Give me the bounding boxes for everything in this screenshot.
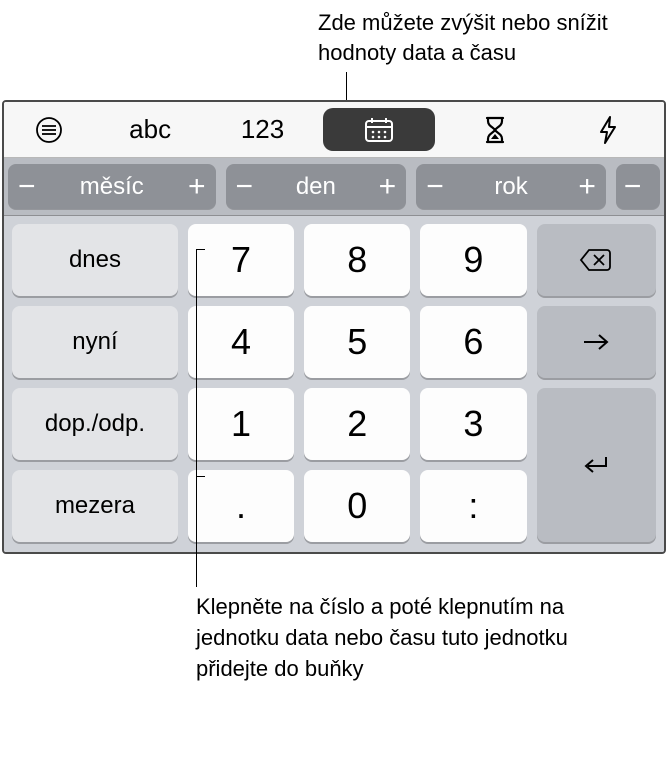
mode-row: abc 123 — [4, 102, 664, 158]
mode-duration[interactable] — [439, 102, 551, 157]
mode-text[interactable]: abc — [94, 102, 206, 157]
mode-date[interactable] — [323, 108, 435, 151]
day-decrease[interactable]: − — [236, 172, 254, 202]
key-5[interactable]: 5 — [304, 306, 410, 378]
key-return[interactable] — [537, 388, 656, 542]
unit-day-label[interactable]: den — [296, 173, 336, 201]
key-ampm[interactable]: dop./odp. — [12, 388, 178, 460]
callout-tap-number: Klepněte na číslo a poté klepnutím na je… — [196, 592, 608, 684]
key-8[interactable]: 8 — [304, 224, 410, 296]
key-backspace[interactable] — [537, 224, 656, 296]
key-1[interactable]: 1 — [188, 388, 294, 460]
lightning-icon — [597, 115, 619, 145]
key-colon[interactable]: : — [420, 470, 526, 542]
return-icon — [581, 453, 611, 477]
date-time-keyboard: abc 123 — [2, 100, 666, 554]
month-decrease[interactable]: − — [18, 172, 36, 202]
key-2[interactable]: 2 — [304, 388, 410, 460]
year-decrease[interactable]: − — [426, 172, 444, 202]
key-next-field[interactable] — [537, 306, 656, 378]
unit-year: − rok + — [416, 164, 606, 209]
key-4[interactable]: 4 — [188, 306, 294, 378]
key-3[interactable]: 3 — [420, 388, 526, 460]
unit-month: − měsíc + — [8, 164, 216, 209]
unit-month-label[interactable]: měsíc — [80, 173, 144, 201]
mode-numeric[interactable]: 123 — [206, 102, 318, 157]
key-6[interactable]: 6 — [420, 306, 526, 378]
callout-line-bottom — [196, 477, 197, 587]
cell-menu-button[interactable] — [4, 102, 94, 157]
unit-next[interactable]: − — [616, 164, 660, 209]
unit-day: − den + — [226, 164, 407, 209]
callout-increase-decrease: Zde můžete zvýšit nebo snížit hodnoty da… — [318, 8, 658, 67]
menu-icon — [34, 115, 64, 145]
key-space[interactable]: mezera — [12, 470, 178, 542]
key-dot[interactable]: . — [188, 470, 294, 542]
month-increase[interactable]: + — [188, 172, 206, 202]
backspace-icon — [578, 247, 614, 273]
key-7[interactable]: 7 — [188, 224, 294, 296]
callout-bracket — [196, 249, 197, 477]
unit-year-label[interactable]: rok — [494, 173, 527, 201]
day-increase[interactable]: + — [379, 172, 397, 202]
key-9[interactable]: 9 — [420, 224, 526, 296]
date-units-row: − měsíc + − den + − rok + − — [4, 158, 664, 216]
key-now[interactable]: nyní — [12, 306, 178, 378]
keypad-grid: dnes 7 8 9 nyní 4 5 6 dop./odp. — [12, 224, 656, 542]
hourglass-icon — [483, 115, 507, 145]
next-decrease: − — [624, 172, 642, 202]
callout-line — [346, 72, 347, 102]
keypad-area: dnes 7 8 9 nyní 4 5 6 dop./odp. — [4, 216, 664, 552]
key-0[interactable]: 0 — [304, 470, 410, 542]
arrow-right-icon — [581, 332, 611, 352]
key-today[interactable]: dnes — [12, 224, 178, 296]
calendar-icon — [363, 116, 395, 144]
year-increase[interactable]: + — [578, 172, 596, 202]
mode-quick[interactable] — [552, 102, 664, 157]
